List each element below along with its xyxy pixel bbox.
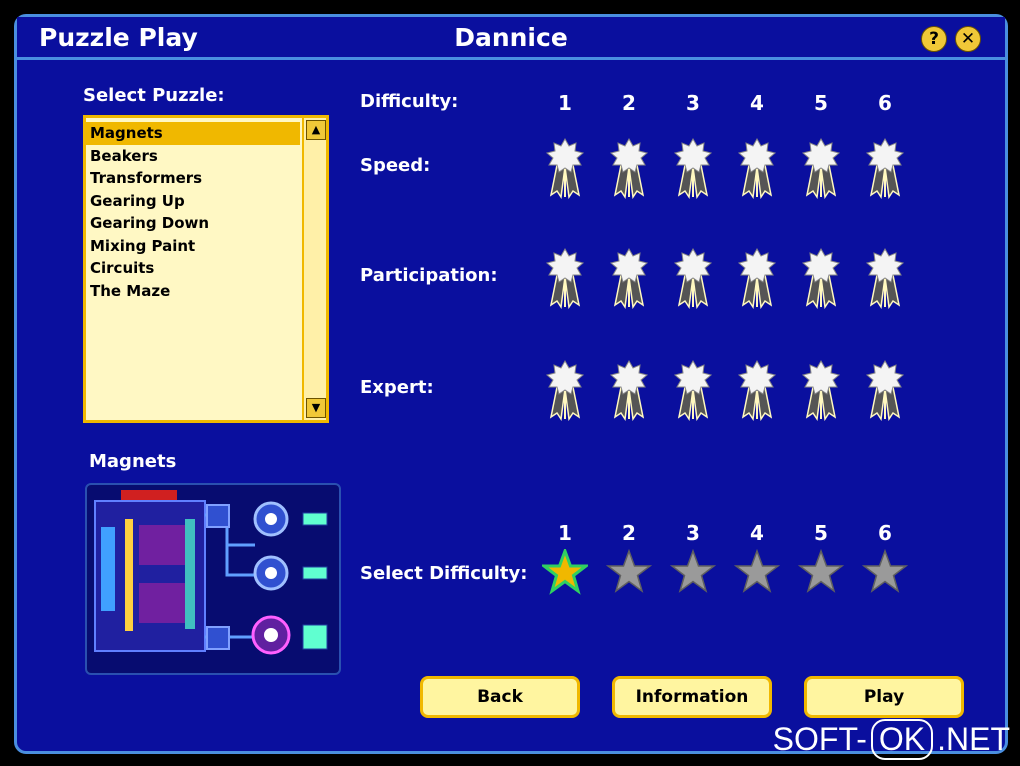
award-ribbon-icon	[609, 137, 649, 200]
player-name: Dannice	[454, 23, 568, 52]
play-button[interactable]: Play	[804, 676, 964, 718]
difficulty-star-icon[interactable]	[797, 548, 845, 595]
puzzle-list-item[interactable]: Magnets	[86, 122, 300, 145]
puzzle-list-item[interactable]: Gearing Up	[86, 190, 300, 213]
select-difficulty-number: 2	[622, 521, 636, 545]
watermark-left: SOFT-	[772, 721, 867, 757]
select-difficulty-number: 6	[878, 521, 892, 545]
award-row-label: Speed:	[360, 155, 431, 176]
scroll-down-icon[interactable]: ▼	[306, 398, 326, 418]
award-ribbon-icon	[673, 137, 713, 200]
award-ribbon-icon	[545, 137, 585, 200]
puzzle-list-item[interactable]: Gearing Down	[86, 212, 300, 235]
award-row-label: Expert:	[360, 377, 434, 398]
award-ribbon-icon	[609, 359, 649, 422]
select-difficulty-number: 5	[814, 521, 828, 545]
award-ribbon-icon	[673, 359, 713, 422]
puzzle-preview-image	[85, 483, 341, 675]
select-puzzle-label: Select Puzzle:	[83, 85, 225, 106]
difficulty-column-number: 6	[878, 91, 892, 115]
award-ribbon-icon	[801, 247, 841, 310]
select-difficulty-number: 3	[686, 521, 700, 545]
puzzle-list: Magnets Beakers Transformers Gearing Up Gear…	[86, 118, 300, 302]
puzzle-list-item[interactable]: Transformers	[86, 167, 300, 190]
site-watermark: SOFT- OK .NET	[773, 719, 1010, 760]
watermark-right: .NET	[937, 721, 1010, 757]
difficulty-star-icon[interactable]	[861, 548, 909, 595]
difficulty-star-icon[interactable]	[733, 548, 781, 595]
select-difficulty-number: 4	[750, 521, 764, 545]
puzzle-list-item[interactable]: Mixing Paint	[86, 235, 300, 258]
difficulty-column-number: 1	[558, 91, 572, 115]
select-difficulty-label: Select Difficulty:	[360, 563, 528, 584]
award-ribbon-icon	[737, 247, 777, 310]
award-ribbon-icon	[545, 247, 585, 310]
puzzle-listbox[interactable]: Magnets Beakers Transformers Gearing Up Gear…	[83, 115, 329, 423]
award-ribbon-icon	[673, 247, 713, 310]
magnets-circuit-icon	[94, 490, 328, 655]
close-button[interactable]: ✕	[955, 26, 981, 52]
title-bar: Puzzle Play Dannice ? ✕	[17, 17, 1005, 60]
award-ribbon-icon	[737, 359, 777, 422]
select-difficulty-number: 1	[558, 521, 572, 545]
information-button[interactable]: Information	[612, 676, 772, 718]
award-ribbon-icon	[865, 247, 905, 310]
puzzle-list-item[interactable]: The Maze	[86, 280, 300, 303]
watermark-box: OK	[870, 719, 934, 760]
award-ribbon-icon	[865, 359, 905, 422]
award-ribbon-icon	[737, 137, 777, 200]
puzzle-list-item[interactable]: Circuits	[86, 257, 300, 280]
difficulty-column-number: 5	[814, 91, 828, 115]
difficulty-column-number: 3	[686, 91, 700, 115]
award-ribbon-icon	[801, 137, 841, 200]
difficulty-star-icon[interactable]	[605, 548, 653, 595]
award-ribbon-icon	[865, 137, 905, 200]
scroll-up-icon[interactable]: ▲	[306, 120, 326, 140]
award-row-label: Participation:	[360, 265, 498, 286]
list-scrollbar[interactable]: ▲ ▼	[302, 118, 326, 420]
difficulty-star-icon[interactable]	[669, 548, 717, 595]
puzzle-play-window: Puzzle Play Dannice ? ✕ Select Puzzle: M…	[14, 14, 1008, 754]
award-ribbon-icon	[801, 359, 841, 422]
difficulty-label: Difficulty:	[360, 91, 459, 112]
back-button[interactable]: Back	[420, 676, 580, 718]
preview-title: Magnets	[89, 451, 177, 472]
difficulty-column-number: 2	[622, 91, 636, 115]
difficulty-column-number: 4	[750, 91, 764, 115]
help-button[interactable]: ?	[921, 26, 947, 52]
difficulty-star-icon[interactable]	[539, 546, 591, 595]
puzzle-list-item[interactable]: Beakers	[86, 145, 300, 168]
award-ribbon-icon	[545, 359, 585, 422]
award-ribbon-icon	[609, 247, 649, 310]
